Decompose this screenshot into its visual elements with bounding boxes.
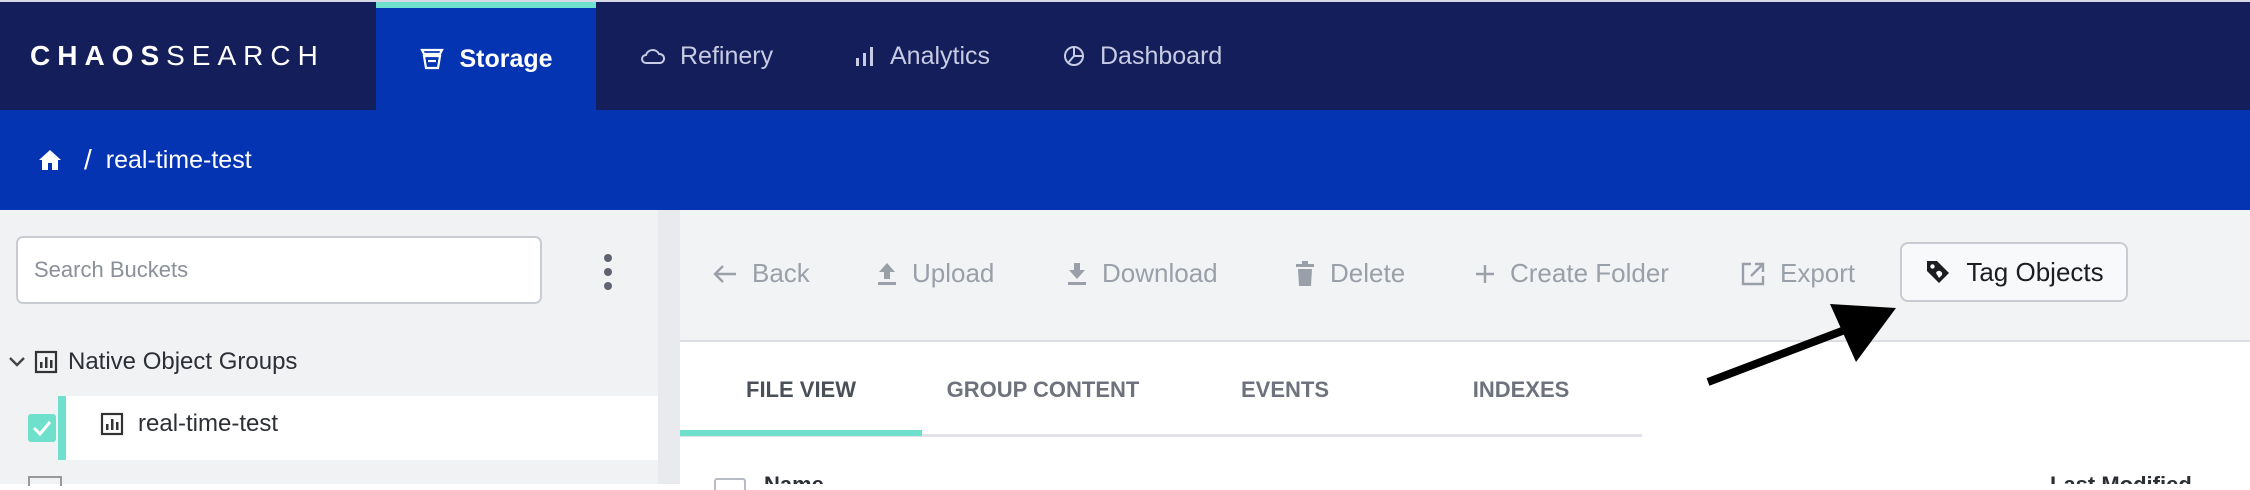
- upload-button[interactable]: Upload: [876, 258, 994, 289]
- download-button[interactable]: Download: [1066, 258, 1218, 289]
- native-object-groups-header[interactable]: Native Object Groups: [8, 348, 297, 376]
- next-row-checkbox[interactable]: [28, 476, 62, 486]
- trash-icon: [1296, 260, 1314, 286]
- column-header-name[interactable]: Name: [764, 470, 824, 484]
- export-label: Export: [1780, 258, 1856, 288]
- toolbar: Back Upload Download Delete Create Folde…: [680, 210, 2250, 342]
- download-icon: [1068, 262, 1086, 285]
- arrow-left-icon: [713, 264, 736, 283]
- bar-chart-box-icon: [100, 412, 124, 436]
- external-link-icon: [1741, 262, 1765, 285]
- annotation-arrow: [1706, 304, 1896, 386]
- breadcrumb: / real-time-test: [0, 110, 2250, 210]
- tag-objects-button[interactable]: Tag Objects: [1900, 242, 2128, 302]
- sidebar: Native Object Groups real-time-test: [0, 210, 658, 486]
- main-content: Back Upload Download Delete Create Folde…: [680, 210, 2250, 490]
- breadcrumb-separator: /: [84, 144, 92, 175]
- chaossearch-logo[interactable]: CHAOSSEARCH: [30, 40, 325, 72]
- download-label: Download: [1102, 258, 1218, 288]
- breadcrumb-current[interactable]: real-time-test: [106, 146, 252, 175]
- cloud-icon: [641, 49, 666, 64]
- sidebar-item-content: real-time-test: [100, 410, 278, 438]
- top-navigation: CHAOSSEARCH Storage Refinery Analytics D…: [0, 0, 2250, 110]
- upload-label: Upload: [912, 258, 995, 288]
- back-label: Back: [752, 258, 810, 288]
- create-folder-label: Create Folder: [1510, 258, 1669, 288]
- tag-objects-label: Tag Objects: [1966, 256, 2104, 287]
- plus-icon: [1476, 264, 1494, 283]
- tab-storage-label: Storage: [459, 44, 553, 73]
- tab-analytics[interactable]: Analytics: [854, 2, 990, 110]
- sidebar-divider[interactable]: [658, 210, 680, 484]
- selection-indicator: [58, 396, 66, 460]
- tab-indexes[interactable]: INDEXES: [1400, 342, 1642, 438]
- bar-chart-box-icon: [34, 350, 58, 374]
- sidebar-item-label: real-time-test: [138, 410, 279, 437]
- select-all-checkbox[interactable]: [714, 478, 746, 490]
- item-checkbox[interactable]: [28, 414, 56, 442]
- bar-chart-icon: [856, 47, 873, 66]
- tab-group-content[interactable]: GROUP CONTENT: [922, 342, 1164, 438]
- tab-refinery-label: Refinery: [680, 41, 774, 70]
- delete-label: Delete: [1330, 258, 1406, 288]
- group-label: Native Object Groups: [68, 348, 298, 375]
- back-button[interactable]: Back: [712, 258, 810, 289]
- export-button[interactable]: Export: [1740, 258, 1855, 289]
- active-tab-indicator: [680, 430, 922, 436]
- tab-file-view[interactable]: FILE VIEW: [680, 342, 922, 438]
- tag-icon: [1927, 261, 1950, 283]
- tab-dashboard-label: Dashboard: [1100, 41, 1223, 70]
- home-icon[interactable]: [38, 149, 62, 171]
- search-buckets-input[interactable]: [16, 236, 542, 304]
- tab-storage[interactable]: Storage: [376, 2, 596, 110]
- delete-button[interactable]: Delete: [1294, 258, 1405, 289]
- pie-chart-icon: [1064, 46, 1084, 66]
- create-folder-button[interactable]: Create Folder: [1474, 258, 1669, 289]
- sidebar-item-real-time-test[interactable]: real-time-test: [0, 396, 658, 460]
- chevron-down-icon[interactable]: [8, 356, 26, 368]
- content-tabs: FILE VIEW GROUP CONTENT EVENTS INDEXES: [680, 342, 1642, 438]
- tab-refinery[interactable]: Refinery: [640, 2, 773, 110]
- upload-icon: [878, 262, 896, 285]
- tab-analytics-label: Analytics: [890, 41, 991, 70]
- more-options-icon[interactable]: [596, 254, 620, 290]
- tab-events[interactable]: EVENTS: [1164, 342, 1406, 438]
- tab-dashboard[interactable]: Dashboard: [1062, 2, 1222, 110]
- storage-icon: [420, 48, 445, 70]
- column-header-last-modified[interactable]: Last Modified: [2050, 470, 2192, 484]
